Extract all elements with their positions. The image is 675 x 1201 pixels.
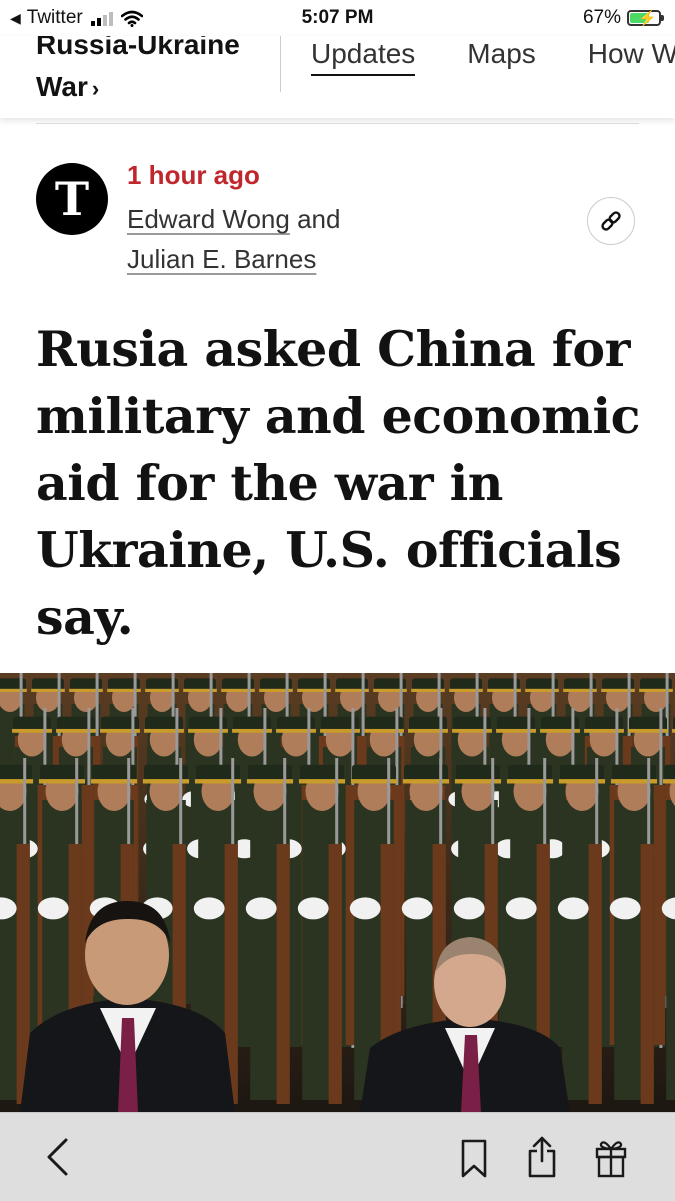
author-link-2[interactable]: Julian E. Barnes	[127, 244, 316, 274]
byline: Edward Wong and Julian E. Barnes	[127, 199, 340, 279]
battery-icon: ⚡	[627, 10, 661, 26]
back-chevron-icon[interactable]	[44, 1137, 70, 1182]
section-title-link[interactable]: Russia-Ukraine War›	[36, 36, 286, 110]
section-header: Russia-Ukraine War› Updates Maps How W	[0, 36, 675, 118]
status-bar-time: 5:07 PM	[0, 7, 675, 29]
author-joiner: and	[297, 204, 340, 234]
bottom-toolbar	[0, 1112, 675, 1201]
nyt-logo: T	[36, 163, 108, 235]
link-icon	[599, 209, 623, 233]
chevron-right-icon: ›	[92, 76, 99, 101]
share-icon[interactable]	[527, 1135, 557, 1184]
author-link-1[interactable]: Edward Wong	[127, 204, 290, 234]
battery-percent: 67%	[583, 7, 621, 29]
tab-how[interactable]: How W	[588, 38, 675, 76]
status-bar: ◀ Twitter 5:07 PM 67% ⚡	[0, 0, 675, 36]
article-headline: Rusia asked China for military and econo…	[36, 316, 656, 651]
timestamp: 1 hour ago	[127, 160, 260, 191]
section-title: Russia-Ukraine War	[36, 36, 240, 102]
copy-link-button[interactable]	[587, 197, 635, 245]
charging-bolt-icon: ⚡	[638, 9, 657, 27]
section-nav-tabs: Updates Maps How W	[311, 38, 675, 76]
header-divider	[280, 36, 281, 92]
bookmark-icon[interactable]	[460, 1139, 488, 1184]
tab-updates[interactable]: Updates	[311, 38, 415, 76]
tab-maps[interactable]: Maps	[467, 38, 535, 76]
status-bar-battery: 67% ⚡	[583, 7, 661, 29]
article-photo[interactable]	[0, 673, 675, 1113]
gift-icon[interactable]	[594, 1137, 628, 1184]
divider	[36, 123, 639, 124]
